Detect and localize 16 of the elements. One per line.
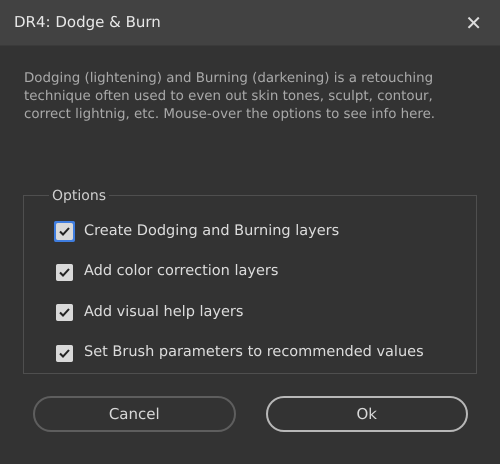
check-icon (59, 348, 70, 358)
option-label: Create Dodging and Burning layers (84, 222, 340, 241)
dialog-button[interactable]: Cancel (33, 396, 236, 432)
close-button[interactable]: ✕ (461, 10, 486, 34)
option-label: Add color correction layers (84, 262, 278, 282)
checkbox[interactable] (56, 344, 73, 362)
checkbox[interactable] (56, 264, 73, 281)
check-icon (59, 268, 70, 277)
description-text: Dodging (lightening) and Burning (darkening) is a retouching technique often used to even out skin tones, sculpt, contour, correct lightnig, etc. Mouse-over the options to see info here. (23, 70, 436, 124)
check-icon (59, 308, 70, 318)
dialog-button[interactable]: Ok (266, 396, 468, 432)
checkbox[interactable] (56, 304, 73, 322)
option-label: Add visual help layers (84, 302, 244, 322)
check-icon (59, 227, 70, 236)
window-title: DR4: Dodge & Burn (14, 12, 161, 34)
option-label: Set Brush parameters to recommended values (84, 343, 424, 362)
